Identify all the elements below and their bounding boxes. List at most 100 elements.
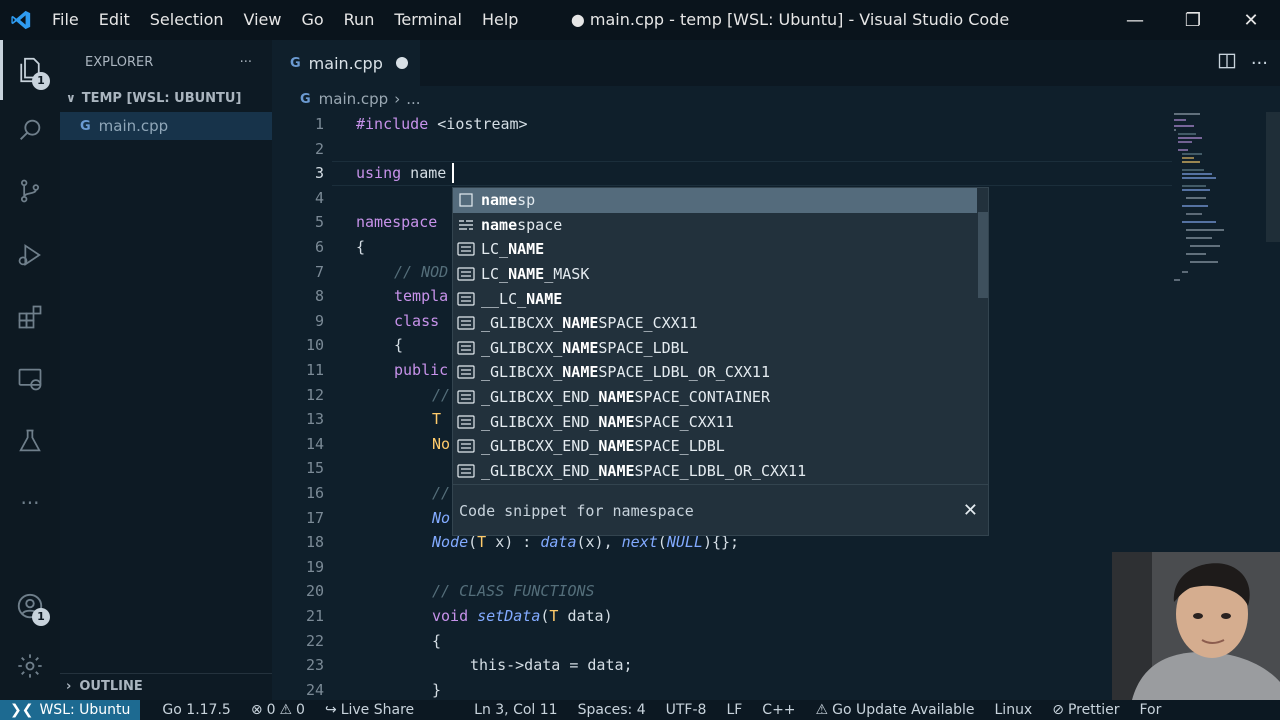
line-number: 16 [305,484,324,502]
split-editor-icon[interactable] [1217,51,1237,76]
match-text: NAME [562,314,599,333]
prettier-icon: ⊘ [1052,702,1064,718]
go-update-label: Go Update Available [832,702,975,718]
end-of-line[interactable]: LF [716,702,752,718]
rest-text: SPACE_CONTAINER [634,388,770,407]
accounts-icon[interactable]: 1 [12,588,50,626]
menu-selection[interactable]: Selection [140,0,234,40]
suggestion-item[interactable]: namespace [453,213,977,238]
line-number: 4 [314,188,324,207]
suggestion-item[interactable]: _GLIBCXX_END_NAMESPACE_CXX11 [453,409,977,434]
menu-view[interactable]: View [234,0,292,40]
remote-explorer-icon[interactable] [12,361,48,397]
line-number: 6 [314,238,324,256]
suggestion-item[interactable]: __LC_NAME [453,286,977,311]
line-content: void setData(T data) [432,604,613,629]
suggest-scrollbar[interactable] [978,212,988,298]
pre-text: _GLIBCXX_END_ [481,412,599,431]
suggestion-label: _GLIBCXX_END_NAMESPACE_CXX11 [481,413,734,431]
rest-text: SPACE_LDBL_OR_CXX11 [634,461,807,480]
text-icon [457,364,475,380]
run-debug-icon[interactable] [12,237,48,273]
breadcrumb-separator: › [394,90,401,108]
explorer-more-actions[interactable]: ··· [240,55,252,70]
text-icon [457,389,475,405]
remote-indicator[interactable]: ❯❮ WSL: Ubuntu [0,700,141,720]
testing-icon[interactable] [12,423,48,459]
live-share-button[interactable]: ↪ Live Share [315,702,424,718]
suggestion-item[interactable]: LC_NAME_MASK [453,262,977,287]
menu-run[interactable]: Run [334,0,385,40]
close-window-icon[interactable]: ✕ [1222,0,1280,40]
suggestion-item[interactable]: namesp [453,188,977,213]
more-icon[interactable]: ··· [12,485,48,521]
tab-main-cpp[interactable]: G main.cpp [272,40,420,86]
restore-icon[interactable]: ❐ [1164,0,1222,40]
suggestion-item[interactable]: _GLIBCXX_NAMESPACE_LDBL [453,336,977,361]
token: setData [468,607,541,625]
unsaved-dot-icon[interactable] [396,57,408,69]
suggestion-item[interactable]: _GLIBCXX_END_NAMESPACE_LDBL_OR_CXX11 [453,459,977,484]
menu-go[interactable]: Go [291,0,333,40]
suggestion-item[interactable]: _GLIBCXX_END_NAMESPACE_LDBL [453,434,977,459]
pre-text: _GLIBCXX_END_ [481,388,599,407]
window-controls: — ❐ ✕ [1106,0,1280,40]
line-content: { [356,238,366,256]
rest-text: SPACE_LDBL_OR_CXX11 [598,363,770,382]
prettier-indicator[interactable]: ⊘ Prettier [1042,702,1129,718]
settings-gear-icon[interactable] [12,648,48,684]
minimize-icon[interactable]: — [1106,0,1164,40]
breadcrumb-file[interactable]: main.cpp [319,90,389,108]
text-icon [457,463,475,479]
line-content: // [432,385,451,404]
outline-section[interactable]: › OUTLINE [60,673,272,699]
minimap[interactable] [1172,112,1242,292]
breadcrumb-symbol[interactable]: ... [406,90,420,108]
suggestion-item[interactable]: _GLIBCXX_NAMESPACE_LDBL_OR_CXX11 [453,360,977,385]
menu-terminal[interactable]: Terminal [384,0,472,40]
pre-text: LC_ [481,240,509,259]
match-text: name [481,215,518,234]
file-item-main-cpp[interactable]: G main.cpp [60,112,272,140]
text-icon [457,315,475,331]
more-actions-icon[interactable]: ··· [1251,53,1268,74]
presenter-image [1112,552,1280,700]
line-number: 19 [305,557,324,576]
cursor-position[interactable]: Ln 3, Col 11 [464,702,567,718]
line-number: 17 [305,508,324,527]
explorer-icon[interactable]: 1 [12,52,50,90]
remote-label: WSL: Ubuntu [39,702,131,718]
workspace-section[interactable]: ∨ TEMP [WSL: UBUNTU] [60,84,272,112]
suggestion-item[interactable]: LC_NAME [453,237,977,262]
os-indicator[interactable]: Linux [985,702,1043,718]
go-update-indicator[interactable]: ⚠ Go Update Available [806,702,985,718]
encoding[interactable]: UTF-8 [656,702,717,718]
search-icon[interactable] [12,112,48,148]
editor-scrollbar[interactable] [1266,112,1280,242]
menu-edit[interactable]: Edit [89,0,140,40]
window-title: ● main.cpp - temp [WSL: Ubuntu] - Visual… [570,10,1010,29]
line-content: // [432,484,451,502]
match-text: NAME [508,240,545,259]
line-content: public [394,361,449,379]
line-content: No [432,508,451,527]
suggestion-item[interactable]: _GLIBCXX_NAMESPACE_CXX11 [453,311,977,336]
status-more[interactable]: For [1129,702,1171,718]
line-content: #include <iostream> [356,112,528,137]
rest-text: sp [517,191,536,210]
suggestion-label: _GLIBCXX_NAMESPACE_CXX11 [481,314,698,332]
problems-indicator[interactable]: ⊗ 0 ⚠ 0 [241,702,315,718]
prettier-label: Prettier [1067,702,1120,718]
language-mode[interactable]: C++ [752,702,805,718]
menu-bar: File Edit Selection View Go Run Terminal… [42,0,528,40]
match-text: NAME [526,289,563,308]
indentation[interactable]: Spaces: 4 [568,702,656,718]
go-version[interactable]: Go 1.17.5 [152,702,240,718]
close-icon[interactable]: ✕ [963,500,978,521]
source-control-icon[interactable] [12,173,48,209]
line-number: 15 [305,459,324,478]
suggestion-item[interactable]: _GLIBCXX_END_NAMESPACE_CONTAINER [453,385,977,410]
extensions-icon[interactable] [12,299,48,335]
menu-file[interactable]: File [42,0,89,40]
token: name [401,164,447,183]
